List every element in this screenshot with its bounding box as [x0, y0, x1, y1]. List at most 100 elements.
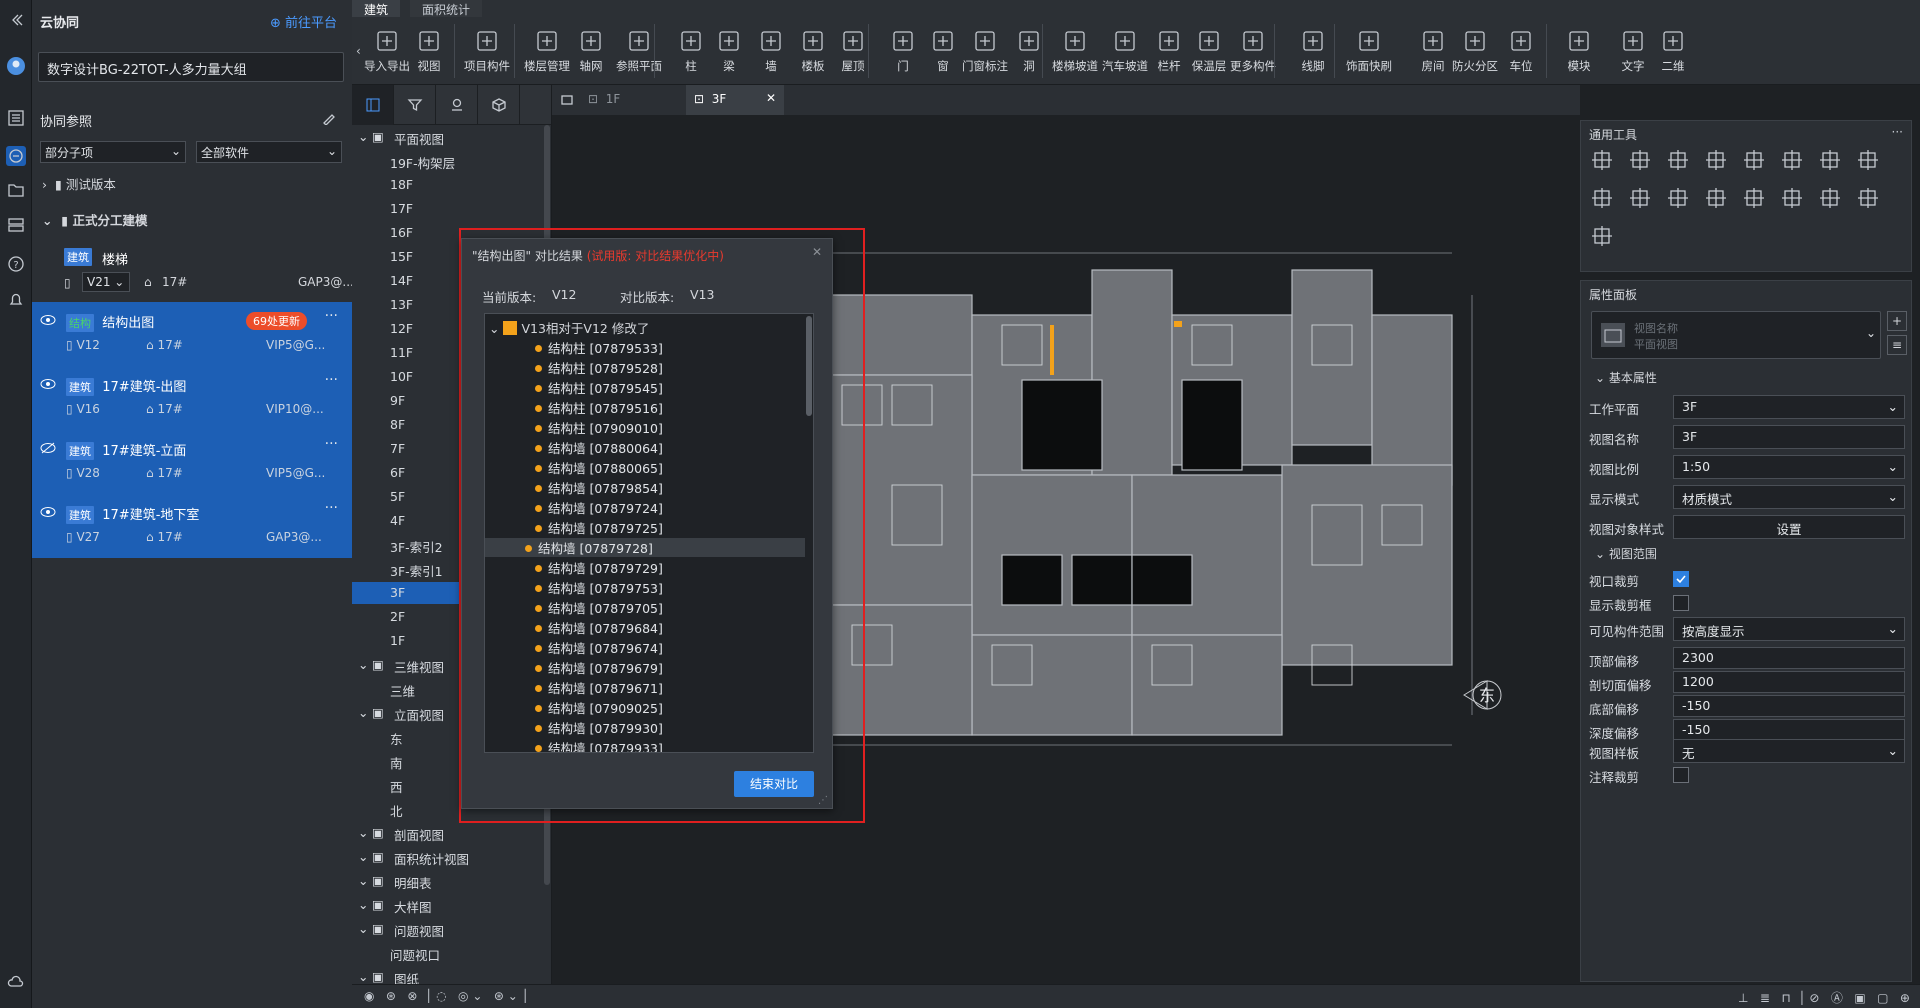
list-item[interactable]: 结构柱 [07879528]: [535, 358, 663, 377]
table-row[interactable]: 建筑 17#建筑-地下室 ··· ▯ V27 ⌂ 17# GAP3@...: [32, 494, 352, 558]
tree-floor-item[interactable]: 8F: [390, 417, 405, 432]
folder-icon[interactable]: [6, 180, 26, 200]
edit-tool-icon[interactable]: [1591, 225, 1613, 247]
list-item[interactable]: 结构墙 [07879729]: [535, 558, 663, 577]
tree-floor-item[interactable]: 6F: [390, 465, 405, 480]
tree-elevation-item[interactable]: 东: [390, 729, 403, 748]
list-item[interactable]: 结构墙 [07879933]: [535, 738, 663, 752]
tree-area-views[interactable]: 面积统计视图: [394, 849, 469, 868]
offset-input[interactable]: -150: [1673, 719, 1905, 741]
tree-elevation-item[interactable]: 西: [390, 777, 403, 796]
tab-architecture[interactable]: 建筑: [352, 0, 401, 17]
list-item[interactable]: 结构柱 [07879533]: [535, 338, 663, 357]
table-row[interactable]: 建筑 17#建筑-出图 ··· ▯ V16 ⌂ 17# VIP10@...: [32, 366, 352, 430]
more-icon[interactable]: ···: [325, 372, 338, 388]
tab-1f[interactable]: ⊡ 1F: [580, 85, 686, 115]
tree-section-views[interactable]: 剖面视图: [394, 825, 444, 844]
tree-floor-item[interactable]: 3F-索引2: [390, 537, 443, 556]
edit-tool-icon[interactable]: [1667, 187, 1689, 209]
list-item[interactable]: 结构墙 [07879705]: [535, 598, 663, 617]
list-icon[interactable]: [6, 108, 26, 128]
tool-20-button[interactable]: 更多构件: [1228, 26, 1278, 74]
prop-value[interactable]: 1:50 ⌄: [1673, 455, 1905, 479]
tool-15-button[interactable]: 洞: [1004, 26, 1054, 74]
prop-value[interactable]: 3F: [1673, 425, 1905, 449]
tool-16-button[interactable]: 楼梯坡道: [1050, 26, 1100, 74]
tool-5-button[interactable]: 轴网: [566, 26, 616, 74]
edit-tool-icon[interactable]: [1591, 149, 1613, 171]
end-compare-button[interactable]: 结束对比: [734, 771, 814, 797]
add-icon[interactable]: +: [1887, 311, 1907, 331]
scroll-left-icon[interactable]: ‹: [356, 44, 361, 58]
show-crop-checkbox[interactable]: [1673, 595, 1689, 611]
platform-link[interactable]: ⊕ 前往平台: [270, 12, 337, 31]
tree-plan-views[interactable]: 平面视图: [394, 129, 444, 148]
chevron-down-icon[interactable]: ⌄: [358, 897, 368, 912]
chevron-down-icon[interactable]: ⌄: [358, 873, 368, 888]
tree-floor-item[interactable]: 7F: [390, 441, 405, 456]
more-icon[interactable]: ···: [325, 500, 338, 516]
tree-floor-item[interactable]: 19F-构架层: [390, 153, 455, 172]
list-item[interactable]: 结构墙 [07879674]: [535, 638, 663, 657]
tool-28-button[interactable]: 二维: [1648, 26, 1698, 74]
status-left-icons[interactable]: ◉ ⊛ ⊗ │ ◌ ◎ ⌄ ⊛ ⌄ │: [364, 989, 529, 1003]
offset-input[interactable]: 1200: [1673, 671, 1905, 693]
tool-26-button[interactable]: 模块: [1554, 26, 1604, 74]
list-item[interactable]: 结构柱 [07909010]: [535, 418, 663, 437]
chevron-down-icon[interactable]: ⌄: [358, 921, 368, 936]
tree-floor-item[interactable]: 3F-索引1: [390, 561, 443, 580]
prop-value[interactable]: 3F ⌄: [1673, 395, 1905, 419]
panel-toggle-icon[interactable]: [352, 85, 394, 125]
edit-tool-icon[interactable]: [1781, 187, 1803, 209]
eye-icon[interactable]: [40, 506, 56, 518]
tool-2-button[interactable]: 视图: [404, 26, 454, 74]
table-row[interactable]: 结构 结构出图 69处更新 ··· ▯ V12 ⌂ 17# VIP5@G...: [32, 302, 352, 366]
tool-6-button[interactable]: 参照平面: [614, 26, 664, 74]
chevron-down-icon[interactable]: ⌄: [358, 969, 368, 984]
tree-floor-item[interactable]: 14F: [390, 273, 413, 288]
list-item[interactable]: 结构柱 [07879516]: [535, 398, 663, 417]
cube-icon[interactable]: [478, 85, 520, 125]
list-item[interactable]: 结构墙 [07879725]: [535, 518, 663, 537]
avatar[interactable]: [6, 56, 26, 76]
list-icon[interactable]: ≡: [1887, 335, 1907, 355]
diff-tree[interactable]: ⌄ V13相对于V12 修改了 结构柱 [07879533] 结构柱 [07879…: [484, 313, 814, 753]
tree-schedules[interactable]: 明细表: [394, 873, 432, 892]
chevron-down-icon[interactable]: ⌄: [358, 705, 368, 720]
edit-tool-icon[interactable]: [1629, 187, 1651, 209]
tree-floor-item[interactable]: 4F: [390, 513, 405, 528]
visible-range-select[interactable]: 按高度显示 ⌄: [1673, 617, 1905, 641]
list-item[interactable]: 结构墙 [07880065]: [535, 458, 663, 477]
edit-icon[interactable]: [322, 111, 336, 125]
tree-floor-item[interactable]: 17F: [390, 201, 413, 216]
edit-tool-icon[interactable]: [1629, 149, 1651, 171]
crop-checkbox[interactable]: [1673, 571, 1689, 587]
prop-value[interactable]: 材质模式 ⌄: [1673, 485, 1905, 509]
edit-tool-icon[interactable]: [1705, 187, 1727, 209]
help-icon[interactable]: ?: [6, 254, 26, 274]
collapse-icon[interactable]: [6, 10, 26, 30]
more-icon[interactable]: ···: [325, 436, 338, 452]
version-select[interactable]: V21 ⌄: [82, 272, 130, 292]
tool-22-button[interactable]: 饰面快刷: [1344, 26, 1394, 74]
tool-24-button[interactable]: 防火分区: [1450, 26, 1500, 74]
chevron-down-icon[interactable]: ⌄: [358, 825, 368, 840]
tree-3d-item[interactable]: 三维: [390, 681, 415, 700]
list-item[interactable]: 结构柱 [07879545]: [535, 378, 663, 397]
tree-floor-item[interactable]: 5F: [390, 489, 405, 504]
tree-floor-item[interactable]: 1F: [390, 633, 405, 648]
list-item[interactable]: 结构墙 [07879728]: [485, 538, 805, 557]
basic-props-header[interactable]: ⌄ 基本属性: [1595, 369, 1657, 386]
close-icon[interactable]: ✕: [766, 91, 776, 105]
diff-root[interactable]: ⌄ V13相对于V12 修改了: [489, 318, 649, 337]
tree-floor-item[interactable]: 9F: [390, 393, 405, 408]
list-item[interactable]: 结构墙 [07909025]: [535, 698, 663, 717]
list-item[interactable]: 结构墙 [07879724]: [535, 498, 663, 517]
resize-grip-icon[interactable]: ⋰: [818, 795, 828, 806]
tool-25-button[interactable]: 车位: [1496, 26, 1546, 74]
edit-tool-icon[interactable]: [1743, 187, 1765, 209]
server-icon[interactable]: [6, 216, 26, 236]
group-test-version[interactable]: › ▮ 测试版本: [42, 174, 116, 193]
tab-area-stats[interactable]: 面积统计: [410, 0, 483, 17]
eye-icon[interactable]: [40, 378, 56, 390]
